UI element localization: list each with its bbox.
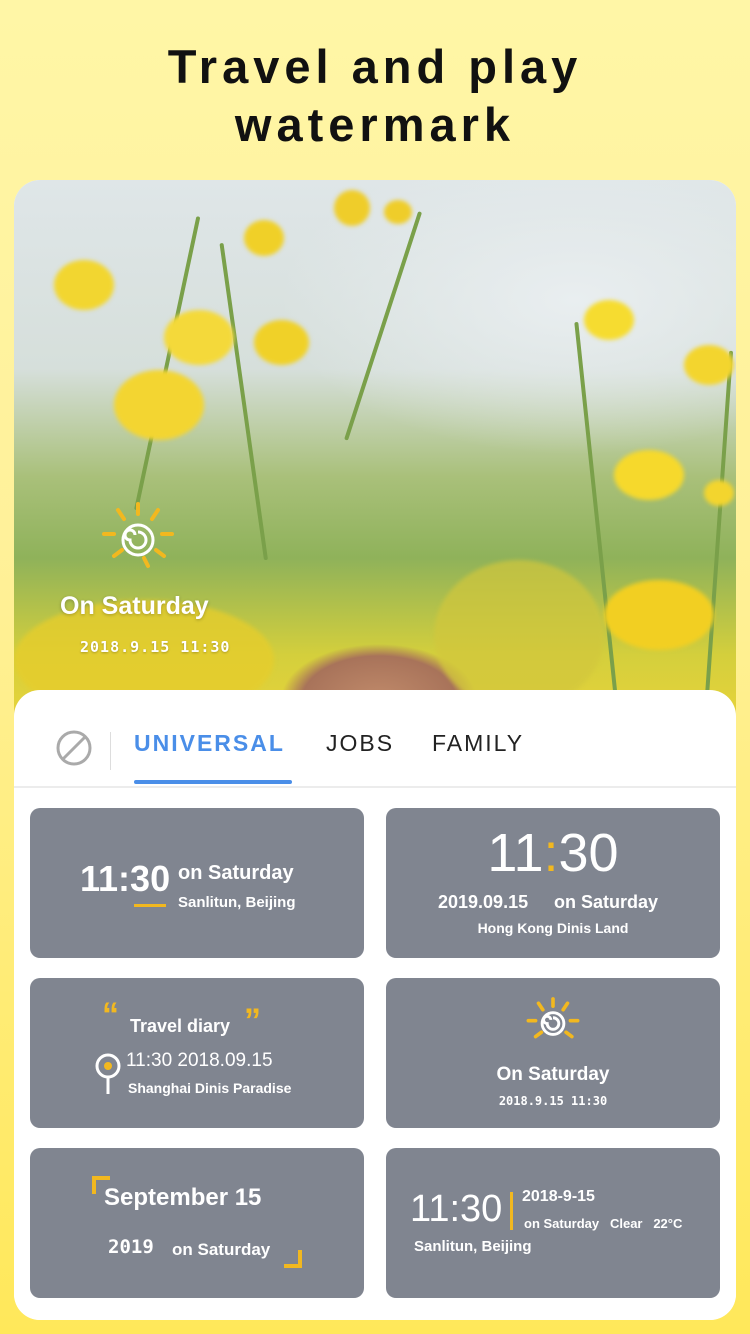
tile-6-divider: [510, 1192, 513, 1230]
no-watermark-icon[interactable]: [56, 730, 92, 766]
tile-4-title: On Saturday: [496, 1064, 610, 1085]
tab-bar: UNIVERSAL JOBS FAMILY: [14, 690, 736, 788]
preview-photo: On Saturday 2018.9.15 11:30: [14, 180, 736, 720]
tile-1-day: on Saturday: [178, 862, 294, 884]
template-tile-6[interactable]: 11:30 2018-9-15 on Saturday Clear 22°C S…: [386, 1148, 720, 1298]
template-tile-5[interactable]: September 15 2019 on Saturday: [30, 1148, 364, 1298]
preview-card: On Saturday 2018.9.15 11:30 UNIVERSAL JO…: [14, 180, 736, 1320]
headline-line-2: watermark: [234, 98, 516, 151]
tab-universal[interactable]: UNIVERSAL: [134, 730, 285, 757]
tab-family[interactable]: FAMILY: [432, 730, 524, 757]
tile-1-accent-line: [134, 904, 166, 907]
watermark-title: On Saturday: [60, 592, 209, 620]
tab-jobs[interactable]: JOBS: [326, 730, 394, 757]
tile-3-title: Travel diary: [130, 1016, 231, 1036]
tile-5-day: on Saturday: [172, 1240, 271, 1259]
sun-swirl-icon: [102, 502, 174, 568]
tile-1-time: 11:30: [80, 858, 171, 899]
tile-3-place: Shanghai Dinis Paradise: [128, 1080, 292, 1096]
tile-2-minute: 30: [558, 823, 619, 883]
tile-5-year: 2019: [108, 1236, 154, 1258]
template-tile-1[interactable]: 11:30 on Saturday Sanlitun, Beijing: [30, 808, 364, 958]
tab-divider: [110, 732, 111, 770]
tile-2-place: Hong Kong Dinis Land: [477, 920, 629, 936]
tile-2-day: on Saturday: [554, 892, 659, 912]
sun-swirl-icon: [526, 997, 580, 1039]
tile-6-details: on Saturday Clear 22°C: [524, 1216, 683, 1231]
tile-3-quote-close: ”: [244, 1002, 261, 1040]
tile-3-quote-open: “: [102, 996, 119, 1034]
template-tile-3[interactable]: “ Travel diary ” 11:30 2018.09.15 Shangh…: [30, 978, 364, 1128]
template-tile-4[interactable]: On Saturday 2018.9.15 11:30: [386, 978, 720, 1128]
headline: Travel and play watermark: [0, 38, 750, 154]
tile-6-place: Sanlitun, Beijing: [414, 1238, 532, 1255]
tile-3-time-date: 11:30 2018.09.15: [126, 1050, 273, 1071]
template-panel: UNIVERSAL JOBS FAMILY 11:30 on Saturday …: [14, 690, 736, 1320]
tile-1-place: Sanlitun, Beijing: [178, 894, 296, 911]
active-tab-indicator: [134, 780, 292, 784]
watermark-datetime: 2018.9.15 11:30: [80, 638, 231, 656]
tile-4-datetime: 2018.9.15 11:30: [498, 1094, 608, 1108]
tile-5-corner-bottom: [284, 1250, 302, 1268]
location-pin-icon: [95, 1053, 121, 1094]
headline-line-1: Travel and play: [167, 40, 583, 93]
tile-6-time: 11:30: [410, 1188, 503, 1230]
tile-2-date: 2019.09.15: [438, 892, 529, 912]
template-tile-2[interactable]: 11:30 2019.09.15 on Saturday Hong Kong D…: [386, 808, 720, 958]
tile-5-title: September 15: [104, 1184, 262, 1211]
tile-2-hour: 11: [487, 823, 544, 883]
tile-2-separator: :: [543, 823, 559, 883]
tile-6-date: 2018-9-15: [522, 1188, 595, 1205]
